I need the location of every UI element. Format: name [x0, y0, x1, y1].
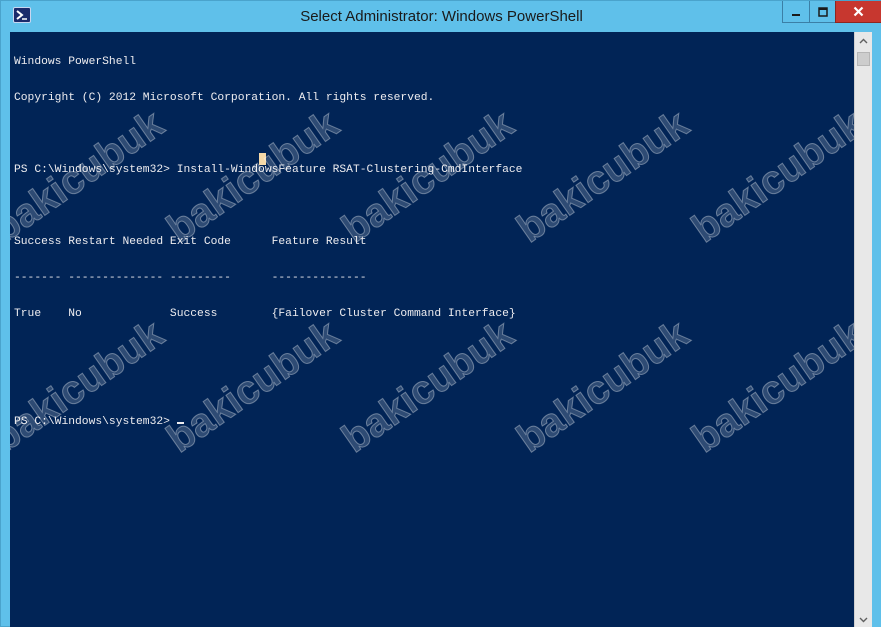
- close-icon: [853, 6, 864, 17]
- window-frame-right: [872, 32, 881, 627]
- minimize-icon: [792, 13, 800, 16]
- watermark: bakicubuk: [579, 32, 767, 37]
- powershell-window: Select Administrator: Windows PowerShell: [0, 0, 881, 627]
- watermark: bakicubuk: [684, 311, 854, 462]
- scroll-down-button[interactable]: [855, 611, 872, 627]
- text-cursor: [176, 422, 184, 424]
- close-button[interactable]: [835, 1, 881, 23]
- console-line: ------- -------------- --------- -------…: [14, 272, 367, 284]
- caption-buttons: [782, 1, 881, 23]
- console-line: Success Restart Needed Exit Code Feature…: [14, 236, 367, 248]
- maximize-icon: [817, 6, 828, 17]
- watermark: bakicubuk: [754, 32, 854, 37]
- maximize-button[interactable]: [809, 1, 835, 23]
- watermark: bakicubuk: [684, 101, 854, 252]
- console-line: PS C:\Windows\system32> Install-WindowsF…: [14, 164, 523, 176]
- console-line: Windows PowerShell: [14, 56, 137, 68]
- minimize-button[interactable]: [782, 1, 809, 23]
- title-bar[interactable]: Select Administrator: Windows PowerShell: [1, 1, 881, 32]
- console-line: Copyright (C) 2012 Microsoft Corporation…: [14, 92, 435, 104]
- chevron-down-icon: [859, 617, 868, 622]
- console-prompt-line[interactable]: PS C:\Windows\system32>: [14, 416, 522, 428]
- console-area[interactable]: Windows PowerShell Copyright (C) 2012 Mi…: [10, 32, 854, 627]
- vertical-scrollbar[interactable]: [854, 32, 872, 627]
- watermark: bakicubuk: [509, 101, 697, 252]
- watermark: bakicubuk: [509, 311, 697, 462]
- chevron-up-icon: [859, 38, 868, 43]
- selection-cursor: [259, 153, 266, 165]
- scroll-up-button[interactable]: [855, 32, 872, 49]
- console-line: True No Success {Failover Cluster Comman…: [14, 308, 516, 320]
- console-prompt: PS C:\Windows\system32>: [14, 416, 177, 428]
- console-output[interactable]: Windows PowerShell Copyright (C) 2012 Mi…: [14, 32, 522, 452]
- window-title: Select Administrator: Windows PowerShell: [300, 8, 583, 25]
- scroll-thumb[interactable]: [857, 52, 870, 66]
